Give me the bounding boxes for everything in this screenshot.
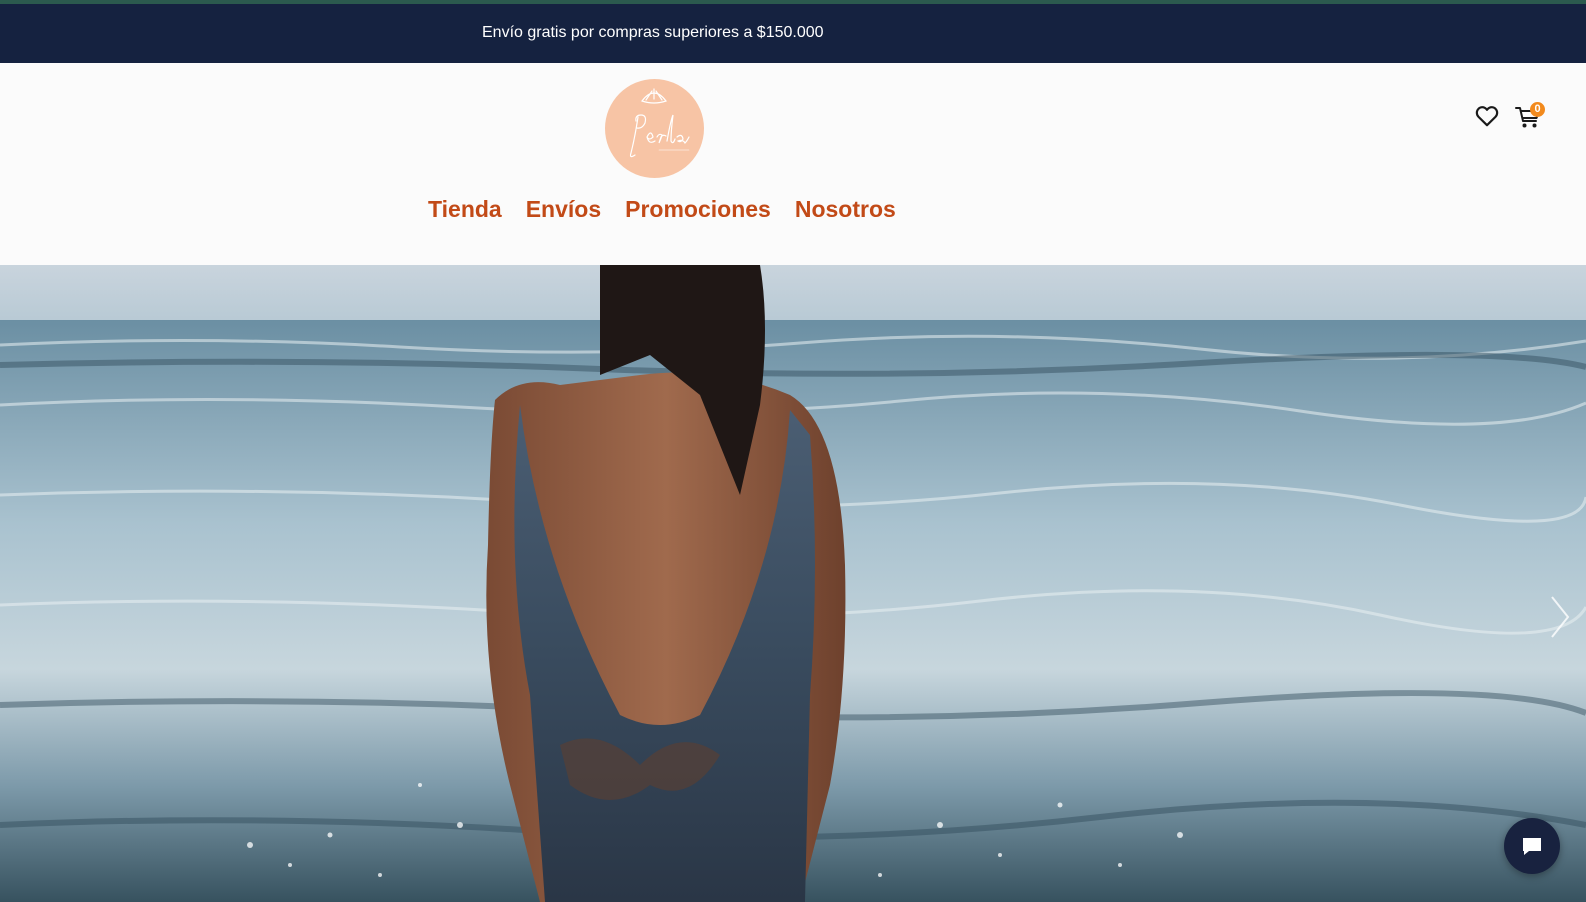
cart-button[interactable]: 0 [1513, 101, 1547, 131]
logo-image [629, 88, 690, 158]
site-header: Tienda Envíos Promociones Nosotros 0 [0, 63, 1586, 265]
nav-link-envios[interactable]: Envíos [526, 195, 601, 223]
nav-link-tienda[interactable]: Tienda [428, 195, 502, 223]
logo-link[interactable] [605, 79, 704, 178]
announcement-bar: Envío gratis por compras superiores a $1… [0, 4, 1586, 63]
heart-icon [1475, 106, 1499, 127]
wishlist-button[interactable] [1474, 103, 1500, 129]
hero-image [0, 265, 1586, 902]
chat-launcher-button[interactable] [1504, 818, 1560, 874]
chat-bubble-icon [1523, 838, 1541, 855]
nav-link-promociones[interactable]: Promociones [625, 195, 771, 223]
hero-slider [0, 265, 1586, 902]
cart-count-badge: 0 [1530, 102, 1545, 117]
slider-next-button[interactable] [1548, 595, 1570, 639]
nav-link-nosotros[interactable]: Nosotros [795, 195, 896, 223]
chevron-right-icon [1551, 596, 1570, 638]
main-nav: Tienda Envíos Promociones Nosotros [428, 195, 896, 223]
announcement-text: Envío gratis por compras superiores a $1… [482, 24, 824, 41]
